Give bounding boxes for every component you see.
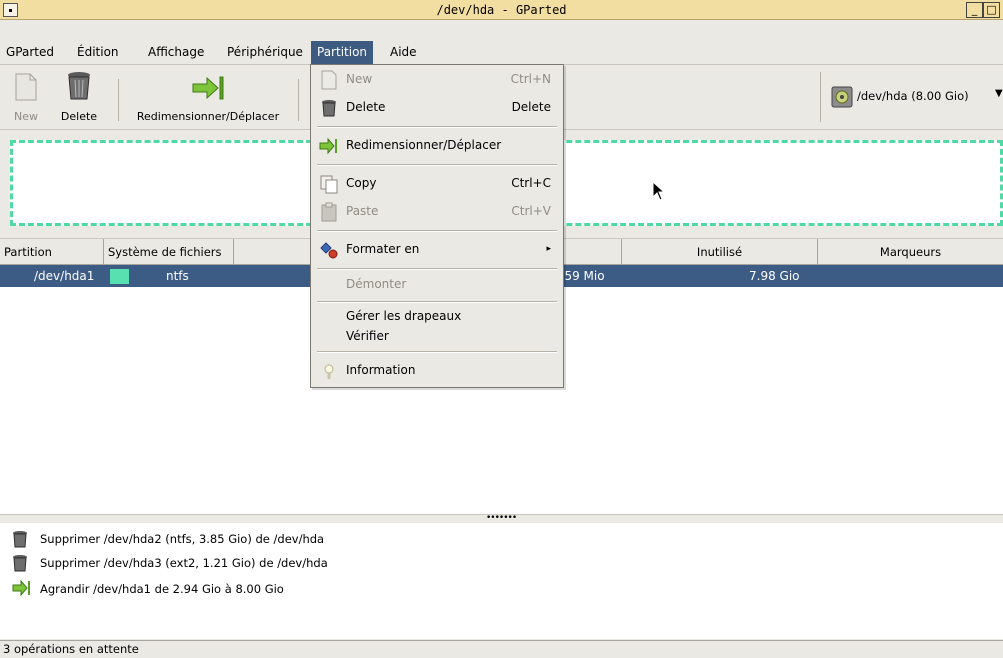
menu-item-label: Paste <box>346 204 379 218</box>
menu-separator <box>317 268 557 270</box>
new-icon <box>15 73 37 101</box>
operation-text: Agrandir /dev/hda1 de 2.94 Gio à 8.00 Gi… <box>40 582 284 596</box>
menu-separator <box>317 301 557 303</box>
menu-item-label: Copy <box>346 176 377 190</box>
menu-item-manage-flags[interactable]: Gérer les drapeaux <box>311 306 563 328</box>
minimize-button[interactable]: _ <box>966 2 983 18</box>
menu-item-label: Vérifier <box>346 329 389 343</box>
harddisk-icon <box>831 86 853 108</box>
filesystem-color-swatch <box>110 269 129 284</box>
menu-item-accel: Ctrl+N <box>510 72 551 86</box>
menu-item-accel: Delete <box>511 100 551 114</box>
resize-arrow-icon <box>319 137 337 155</box>
menu-item-label: Delete <box>346 100 386 114</box>
menu-separator <box>317 351 557 353</box>
chevron-down-icon: ▼ <box>995 88 1003 99</box>
menu-item-label: New <box>346 72 373 86</box>
menu-separator <box>317 230 557 232</box>
toolbar-separator <box>118 79 119 121</box>
information-icon <box>324 364 334 379</box>
menu-item-paste[interactable]: Paste Ctrl+V <box>311 201 563 223</box>
resize-toolbar-button[interactable]: Redimensionner/Déplacer <box>130 69 286 127</box>
menu-item-accel: Ctrl+C <box>511 176 551 190</box>
toolbar-separator <box>298 79 299 121</box>
operations-list: Supprimer /dev/hda2 (ntfs, 3.85 Gio) de … <box>0 523 1003 639</box>
menu-peripherique[interactable]: Périphérique <box>221 41 309 65</box>
title-bar[interactable]: /dev/hda - GParted _ □ <box>0 0 1003 20</box>
menu-item-accel: Ctrl+V <box>511 204 551 218</box>
device-label: /dev/hda (8.00 Gio) <box>857 89 969 103</box>
menu-item-new[interactable]: New Ctrl+N <box>311 69 563 91</box>
filesystem-name: ntfs <box>166 269 189 283</box>
menu-gparted[interactable]: GParted <box>0 41 60 65</box>
menu-item-format[interactable]: Formater en ▸ <box>311 239 563 261</box>
pane-grip: ••••••• <box>486 513 517 523</box>
column-filesystem[interactable]: Système de fichiers <box>104 239 234 265</box>
trash-icon <box>322 100 336 117</box>
menu-affichage[interactable]: Affichage <box>142 41 210 65</box>
new-icon <box>321 70 337 90</box>
trash-icon <box>13 555 27 572</box>
menu-peripherique-label: Périphérique <box>227 45 303 59</box>
resize-arrow-icon <box>192 76 224 100</box>
unused-value: 7.98 Gio <box>749 269 800 283</box>
menu-item-resize[interactable]: Redimensionner/Déplacer <box>311 135 563 157</box>
menu-aide[interactable]: Aide <box>384 41 423 65</box>
menu-item-label: Gérer les drapeaux <box>346 309 462 323</box>
delete-toolbar-button[interactable]: Delete <box>56 69 102 127</box>
menu-item-label: Information <box>346 363 416 377</box>
operation-text: Supprimer /dev/hda3 (ext2, 1.21 Gio) de … <box>40 556 328 570</box>
resize-arrow-icon <box>12 580 30 596</box>
window-title: /dev/hda - GParted <box>436 3 567 17</box>
operation-text: Supprimer /dev/hda2 (ntfs, 3.85 Gio) de … <box>40 532 325 546</box>
menu-item-label: Redimensionner/Déplacer <box>346 138 502 152</box>
menu-bar: GParted Édition Affichage Périphérique P… <box>0 41 1003 65</box>
maximize-button[interactable]: □ <box>983 2 1000 18</box>
menu-separator <box>317 126 557 128</box>
menu-item-delete[interactable]: Delete Delete <box>311 97 563 119</box>
status-bar: 3 opérations en attente <box>0 640 1003 657</box>
menu-item-check[interactable]: Vérifier <box>311 326 563 348</box>
device-selector[interactable]: /dev/hda (8.00 Gio) ▼ <box>820 72 1003 122</box>
format-icon <box>320 242 338 259</box>
paste-icon <box>321 202 337 222</box>
new-toolbar-label: New <box>14 110 38 123</box>
delete-toolbar-label: Delete <box>60 110 98 123</box>
column-partition[interactable]: Partition <box>0 239 104 265</box>
menu-partition-label: Partition <box>317 45 368 59</box>
menu-item-label: Formater en <box>346 242 420 256</box>
column-flags[interactable]: Marqueurs <box>818 239 1003 265</box>
partition-name: /dev/hda1 <box>34 269 95 283</box>
menu-item-information[interactable]: Information <box>311 360 563 382</box>
mouse-pointer-icon <box>652 181 666 201</box>
menu-item-label: Démonter <box>346 277 407 291</box>
copy-icon <box>320 175 338 194</box>
menu-affichage-label: Affichage <box>148 45 205 59</box>
menu-aide-label: Aide <box>390 45 417 59</box>
resize-toolbar-label: Redimensionner/Déplacer <box>136 110 280 123</box>
partition-menu: New Ctrl+N Delete Delete Redimensionner/… <box>310 64 564 388</box>
menu-item-unmount[interactable]: Démonter <box>311 274 563 296</box>
menu-gparted-label: GParted <box>6 45 54 59</box>
menu-partition[interactable]: Partition <box>311 41 374 65</box>
trash-icon <box>13 531 27 548</box>
trash-icon <box>68 72 90 100</box>
menu-edition[interactable]: Édition <box>71 41 125 65</box>
submenu-arrow-icon: ▸ <box>546 244 551 254</box>
menu-separator <box>317 164 557 166</box>
column-unused[interactable]: Inutilisé <box>622 239 818 265</box>
menu-item-copy[interactable]: Copy Ctrl+C <box>311 173 563 195</box>
menu-edition-label: Édition <box>77 45 119 59</box>
new-toolbar-button[interactable]: New <box>6 69 46 127</box>
